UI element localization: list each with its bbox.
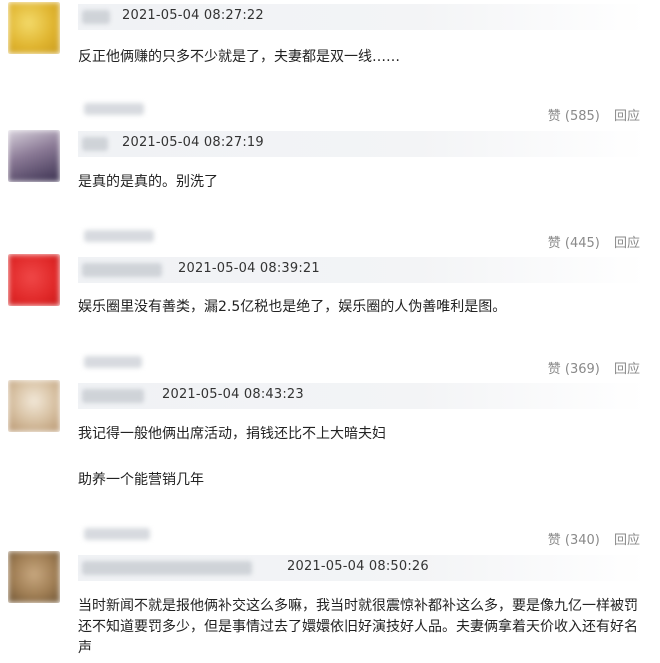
reply-button[interactable]: 回应 bbox=[614, 236, 640, 251]
comment-header: 2021-05-04 08:27:22 bbox=[78, 4, 646, 30]
reply-user-blurred bbox=[84, 230, 154, 242]
comment-actions: 赞 (585) 回应 bbox=[538, 105, 640, 124]
avatar[interactable] bbox=[8, 2, 60, 54]
comment-actions: 赞 (445) 回应 bbox=[538, 232, 640, 251]
like-button[interactable]: 赞 (340) bbox=[548, 533, 600, 548]
reply-button[interactable]: 回应 bbox=[614, 109, 640, 124]
timestamp: 2021-05-04 08:39:21 bbox=[178, 261, 320, 276]
avatar[interactable] bbox=[8, 551, 60, 603]
reply-user-blurred bbox=[84, 528, 150, 540]
username-blurred[interactable] bbox=[82, 561, 252, 575]
username-blurred[interactable] bbox=[82, 137, 108, 151]
reply-user-blurred bbox=[84, 356, 142, 368]
timestamp: 2021-05-04 08:50:26 bbox=[287, 559, 429, 574]
comment-text: 娱乐圈里没有善类，漏2.5亿税也是绝了，娱乐圈的人伪善唯利是图。 bbox=[78, 299, 507, 315]
comment-text: 反正他俩赚的只多不少就是了，夫妻都是双一线…… bbox=[78, 49, 400, 65]
comment-text: 当时新闻不就是报他俩补交这么多嘛，我当时就很震惊补都补这么多，要是像九亿一样被罚… bbox=[78, 598, 638, 656]
comment-actions: 赞 (369) 回应 bbox=[538, 358, 640, 377]
reply-user-blurred bbox=[84, 103, 144, 115]
reply-button[interactable]: 回应 bbox=[614, 362, 640, 377]
avatar[interactable] bbox=[8, 380, 60, 432]
like-button[interactable]: 赞 (445) bbox=[548, 236, 600, 251]
comment-header: 2021-05-04 08:43:23 bbox=[78, 383, 646, 409]
comment-text-line2: 助养一个能营销几年 bbox=[78, 472, 204, 488]
comment-text: 我记得一般他俩出席活动，捐钱还比不上大暗夫妇 bbox=[78, 426, 386, 442]
comment-header: 2021-05-04 08:39:21 bbox=[78, 257, 646, 283]
avatar[interactable] bbox=[8, 130, 60, 182]
username-blurred[interactable] bbox=[82, 263, 162, 277]
reply-button[interactable]: 回应 bbox=[614, 533, 640, 548]
comment-actions: 赞 (340) 回应 bbox=[538, 529, 640, 548]
like-button[interactable]: 赞 (585) bbox=[548, 109, 600, 124]
timestamp: 2021-05-04 08:43:23 bbox=[162, 387, 304, 402]
comment-text: 是真的是真的。别洗了 bbox=[78, 174, 218, 190]
timestamp: 2021-05-04 08:27:22 bbox=[122, 8, 264, 23]
comment-header: 2021-05-04 08:27:19 bbox=[78, 131, 646, 157]
like-button[interactable]: 赞 (369) bbox=[548, 362, 600, 377]
avatar[interactable] bbox=[8, 254, 60, 306]
username-blurred[interactable] bbox=[82, 10, 110, 24]
comment-header: 2021-05-04 08:50:26 bbox=[78, 555, 646, 581]
timestamp: 2021-05-04 08:27:19 bbox=[122, 135, 264, 150]
username-blurred[interactable] bbox=[82, 389, 144, 403]
